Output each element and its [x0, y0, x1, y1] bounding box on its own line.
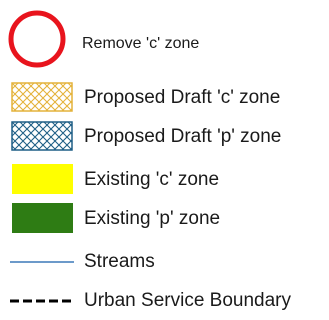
legend-label-streams: Streams [84, 251, 155, 272]
red-circle-icon [8, 10, 66, 68]
legend-item-proposed-draft-p-zone: Proposed Draft 'p' zone [0, 119, 329, 155]
legend-item-streams: Streams [0, 245, 329, 281]
orange-crosshatch-swatch-icon [11, 82, 73, 112]
legend-item-proposed-draft-c-zone: Proposed Draft 'c' zone [0, 80, 329, 116]
dashed-boundary-line-icon [10, 299, 74, 303]
green-swatch-icon [12, 203, 73, 233]
blue-crosshatch-swatch-icon [11, 121, 73, 151]
legend-label-proposed-draft-p-zone: Proposed Draft 'p' zone [84, 126, 282, 147]
legend-item-existing-c-zone: Existing 'c' zone [0, 162, 329, 198]
legend-label-existing-c-zone: Existing 'c' zone [84, 169, 220, 190]
legend-label-remove-c-zone: Remove 'c' zone [82, 35, 200, 52]
stream-line-icon [10, 261, 74, 263]
legend-label-proposed-draft-c-zone: Proposed Draft 'c' zone [84, 87, 281, 108]
legend-label-existing-p-zone: Existing 'p' zone [84, 208, 221, 229]
legend-item-existing-p-zone: Existing 'p' zone [0, 201, 329, 237]
map-legend: Remove 'c' zone Proposed Draft 'c' zone … [0, 0, 329, 315]
legend-item-remove-c-zone: Remove 'c' zone [0, 10, 329, 68]
yellow-swatch-icon [12, 164, 73, 194]
legend-label-urban-service-boundary: Urban Service Boundary [84, 290, 291, 311]
